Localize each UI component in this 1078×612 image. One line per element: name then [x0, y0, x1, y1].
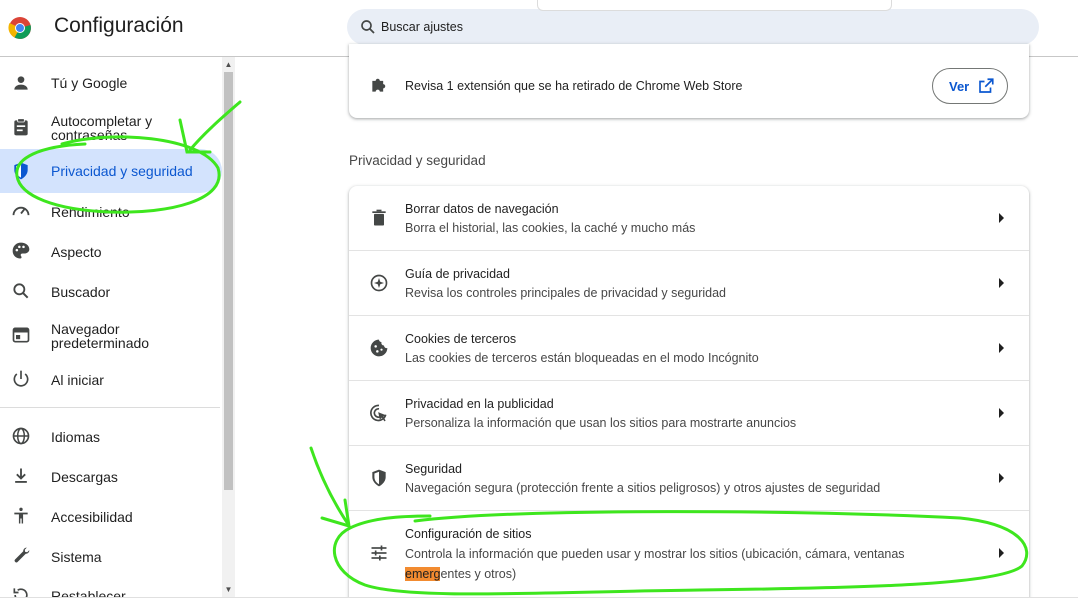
row-title: Borrar datos de navegación: [405, 202, 559, 216]
page-title: Configuración: [54, 14, 184, 37]
shield-icon: [14, 162, 28, 180]
globe-icon: [12, 427, 30, 445]
popup-edge: [537, 0, 892, 11]
sidebar-item-on-startup[interactable]: Al iniciar: [0, 365, 222, 393]
browser-icon: [12, 327, 30, 343]
row-title: Seguridad: [405, 462, 462, 476]
arrow-right-icon: [999, 548, 1004, 558]
sidebar-item-reset[interactable]: Restablecer configuración: [0, 581, 222, 597]
sidebar-item-label: Aspecto: [51, 244, 102, 260]
row-title: Guía de privacidad: [405, 267, 510, 281]
sidebar-item-you-and-google[interactable]: Tú y Google: [0, 69, 222, 97]
reset-icon: [13, 588, 28, 597]
sidebar-item-label: Navegador predeterminado: [51, 321, 150, 351]
cookie-icon: [370, 339, 388, 357]
row-subtitle-part: Controla la información que pueden usar …: [405, 547, 905, 561]
annotation-arrow-site-settings: [309, 446, 350, 526]
speedometer-icon: [12, 206, 30, 216]
sidebar-item-label: Autocompletar y contraseñas: [51, 113, 153, 143]
privacy-settings-list: Borrar datos de navegación Borra el hist…: [349, 186, 1029, 598]
row-title: Configuración de sitios: [405, 527, 532, 541]
sidebar-item-accessibility[interactable]: Accesibilidad: [0, 502, 222, 530]
extension-notice-card: Revisa 1 extensión que se ha retirado de…: [349, 44, 1029, 118]
sidebar-item-label: Descargas: [51, 469, 118, 485]
row-site-settings[interactable]: Configuración de sitios Controla la info…: [349, 510, 1029, 599]
sidebar-item-label: Rendimiento: [51, 204, 130, 220]
shield-icon: [372, 469, 386, 487]
row-subtitle: Controla la información que pueden usar …: [405, 544, 945, 584]
row-subtitle: Personaliza la información que usan los …: [405, 416, 797, 430]
sidebar-item-privacy[interactable]: Privacidad y seguridad: [0, 149, 222, 193]
sidebar-item-label: Accesibilidad: [51, 509, 133, 525]
puzzle-piece-icon: [372, 78, 386, 92]
sidebar-item-appearance[interactable]: Aspecto: [0, 237, 222, 265]
ad-privacy-icon: [370, 404, 387, 422]
row-third-party-cookies[interactable]: Cookies de terceros Las cookies de terce…: [349, 315, 1029, 380]
sidebar-item-downloads[interactable]: Descargas: [0, 462, 222, 490]
sidebar-item-autofill[interactable]: Autocompletar y contraseñas: [0, 113, 222, 143]
row-privacy-guide[interactable]: Guía de privacidad Revisa los controles …: [349, 250, 1029, 315]
arrow-right-icon: [999, 408, 1004, 418]
sidebar-item-label: Al iniciar: [51, 372, 104, 388]
row-subtitle-part: entes y otros): [440, 567, 517, 581]
open-in-new-icon: [979, 78, 994, 93]
sidebar-item-search-engine[interactable]: Buscador: [0, 277, 222, 305]
arrow-right-icon: [999, 343, 1004, 353]
sidebar: Tú y Google Autocompletar y contraseñas …: [0, 57, 235, 597]
power-icon: [13, 370, 29, 387]
row-subtitle: Navegación segura (protección frente a s…: [405, 481, 881, 495]
row-title: Privacidad en la publicidad: [405, 397, 554, 411]
bottom-edge: [0, 597, 1078, 612]
row-subtitle: Revisa los controles principales de priv…: [405, 286, 727, 300]
sidebar-scrollbar-thumb[interactable]: [224, 72, 233, 490]
palette-icon: [12, 242, 30, 259]
accessibility-icon: [14, 507, 28, 524]
row-security[interactable]: Seguridad Navegación segura (protección …: [349, 445, 1029, 510]
scroll-up-arrow-icon[interactable]: ▲: [224, 60, 233, 69]
row-subtitle: Las cookies de terceros están bloqueadas…: [405, 351, 759, 365]
extension-notice-text: Revisa 1 extensión que se ha retirado de…: [405, 79, 743, 93]
clipboard-icon: [14, 118, 28, 136]
view-button-label: Ver: [949, 79, 970, 94]
trash-icon: [372, 209, 386, 226]
arrow-right-icon: [999, 213, 1004, 223]
sidebar-item-label: Privacidad y seguridad: [51, 163, 193, 179]
row-ad-privacy[interactable]: Privacidad en la publicidad Personaliza …: [349, 380, 1029, 445]
arrow-right-icon: [999, 278, 1004, 288]
arrow-right-icon: [999, 473, 1004, 483]
sidebar-item-label: Buscador: [51, 284, 111, 300]
search-placeholder: Buscar ajustes: [381, 20, 463, 34]
sidebar-item-label: Restablecer configuración: [51, 588, 126, 597]
compass-icon: [370, 274, 388, 292]
sidebar-item-label: Tú y Google: [51, 75, 128, 91]
sidebar-divider: [0, 407, 220, 408]
sliders-icon: [371, 545, 387, 561]
sidebar-item-languages[interactable]: Idiomas: [0, 422, 222, 450]
chrome-logo-icon: [8, 17, 31, 39]
search-icon: [361, 20, 375, 34]
row-title: Cookies de terceros: [405, 332, 517, 346]
sidebar-item-label: Idiomas: [51, 429, 101, 445]
person-icon: [14, 76, 28, 90]
row-subtitle: Borra el historial, las cookies, la cach…: [405, 221, 696, 235]
sidebar-item-performance[interactable]: Rendimiento: [0, 197, 222, 225]
sidebar-item-default-browser[interactable]: Navegador predeterminado: [0, 319, 222, 351]
search-icon: [13, 283, 29, 299]
annotation-arrowhead-site-settings: [320, 498, 351, 529]
section-title: Privacidad y seguridad: [349, 153, 486, 168]
search-input[interactable]: Buscar ajustes: [347, 9, 1039, 45]
view-extension-button[interactable]: Ver: [932, 68, 1008, 104]
row-clear-browsing-data[interactable]: Borrar datos de navegación Borra el hist…: [349, 186, 1029, 250]
sidebar-item-system[interactable]: Sistema: [0, 542, 222, 570]
scroll-down-arrow-icon[interactable]: ▼: [224, 585, 233, 594]
wrench-icon: [14, 547, 30, 563]
text-highlight: emerg: [405, 567, 441, 581]
download-icon: [15, 468, 27, 483]
sidebar-item-label: Sistema: [51, 549, 102, 565]
